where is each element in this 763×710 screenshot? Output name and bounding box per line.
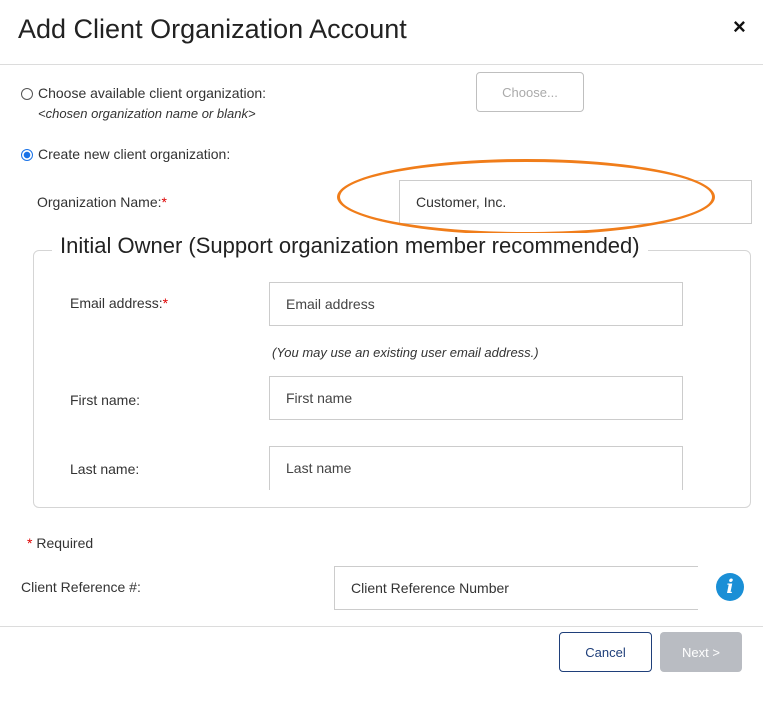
first-name-input[interactable]: First name: [269, 376, 683, 420]
initial-owner-legend: Initial Owner (Support organization memb…: [52, 233, 648, 259]
required-note: * Required: [27, 535, 93, 551]
org-name-label: Organization Name:*: [37, 194, 167, 210]
client-ref-label: Client Reference #:: [21, 579, 141, 595]
dialog-title: Add Client Organization Account: [18, 14, 407, 44]
footer-divider: [0, 626, 763, 627]
close-icon[interactable]: ×: [733, 14, 746, 40]
info-icon[interactable]: i: [716, 573, 744, 601]
choose-existing-radio[interactable]: [21, 88, 33, 100]
last-name-label: Last name:: [70, 461, 140, 477]
email-label-text: Email address:: [70, 295, 163, 311]
create-new-radio[interactable]: [21, 149, 33, 161]
org-name-input[interactable]: Customer, Inc.: [399, 180, 752, 224]
client-ref-input[interactable]: Client Reference Number: [334, 566, 698, 610]
required-note-text: Required: [36, 535, 94, 551]
cancel-button[interactable]: Cancel: [559, 632, 652, 672]
email-hint: (You may use an existing user email addr…: [272, 345, 539, 360]
create-new-label: Create new client organization:: [38, 146, 231, 162]
required-marker: *: [161, 194, 167, 210]
choose-button[interactable]: Choose...: [476, 72, 584, 112]
choose-existing-label: Choose available client organization:: [38, 85, 267, 101]
chosen-org-placeholder: <chosen organization name or blank>: [38, 106, 256, 121]
next-button[interactable]: Next >: [660, 632, 742, 672]
add-client-dialog: Add Client Organization Account × Choose…: [0, 0, 763, 710]
required-marker: *: [162, 295, 169, 311]
org-name-label-text: Organization Name:: [37, 194, 162, 210]
last-name-input[interactable]: Last name: [269, 446, 683, 490]
first-name-label: First name:: [70, 392, 141, 408]
required-marker: *: [27, 535, 33, 551]
email-input[interactable]: Email address: [269, 282, 683, 326]
email-label: Email address:*: [70, 295, 168, 311]
header-divider: [0, 64, 763, 65]
